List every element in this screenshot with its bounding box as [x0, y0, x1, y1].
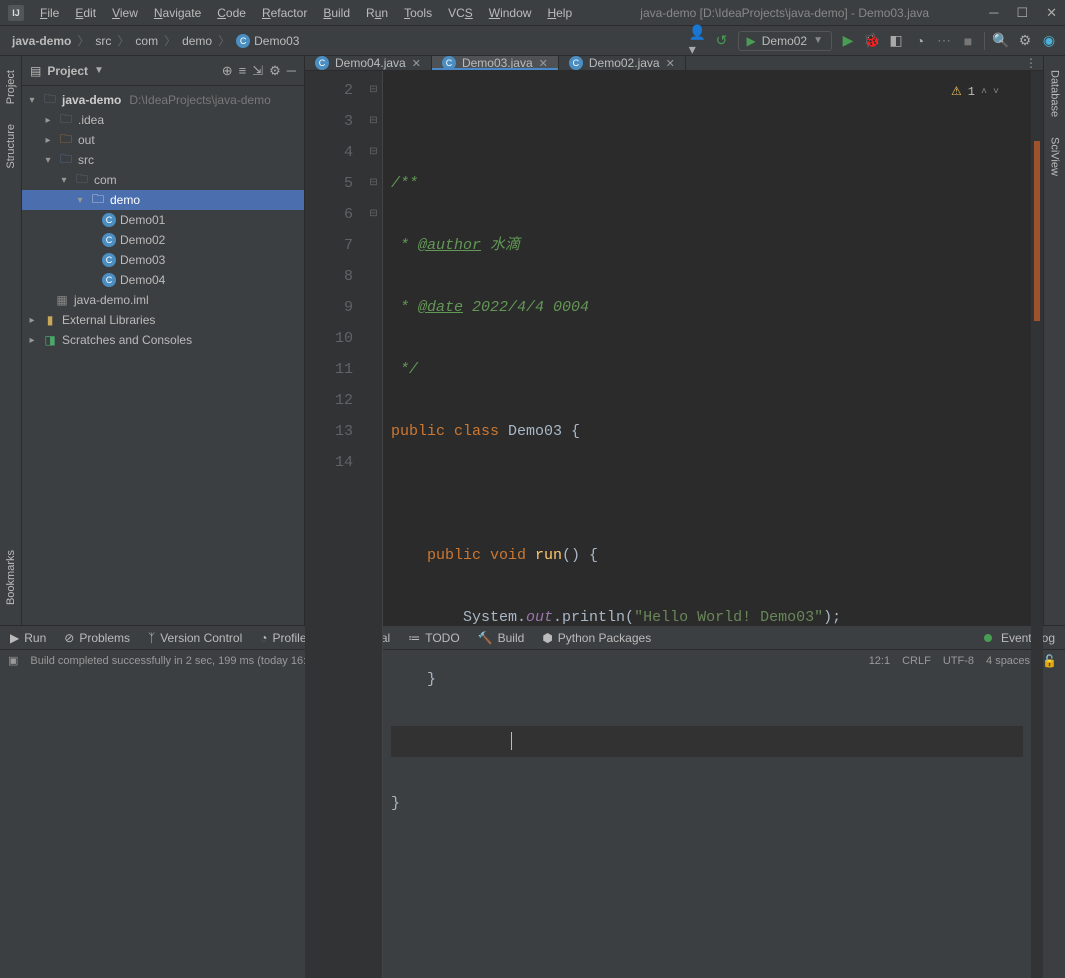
tree-demo03[interactable]: CDemo03: [22, 250, 304, 270]
crumb-com[interactable]: com: [131, 32, 162, 50]
menu-help[interactable]: Help: [539, 4, 580, 22]
user-icon[interactable]: 👤▾: [690, 33, 706, 49]
tool-run[interactable]: ▶Run: [10, 631, 46, 645]
close-icon[interactable]: ✕: [1046, 5, 1057, 21]
warning-icon: ⚠: [951, 77, 962, 108]
profile-icon[interactable]: ◔: [912, 33, 928, 49]
attach-icon[interactable]: ⋯: [936, 33, 952, 49]
project-panel-title[interactable]: Project: [47, 64, 88, 78]
sync-icon[interactable]: ↺: [714, 33, 730, 49]
select-opened-file-icon[interactable]: ⊕: [222, 63, 233, 79]
tab-demo04[interactable]: CDemo04.java✕: [305, 56, 432, 70]
tree-external-libraries[interactable]: ▸▮External Libraries: [22, 310, 304, 330]
settings-icon[interactable]: ⚙: [1017, 33, 1033, 49]
window-title: java-demo [D:\IdeaProjects\java-demo] - …: [580, 6, 989, 20]
breadcrumb: java-demo 〉 src 〉 com 〉 demo 〉 CDemo03: [8, 32, 303, 50]
side-tab-bookmarks[interactable]: Bookmarks: [3, 540, 19, 615]
tree-out[interactable]: ▸🗀out: [22, 130, 304, 150]
project-tree[interactable]: ▾🗀 java-demo D:\IdeaProjects\java-demo ▸…: [22, 86, 304, 625]
hide-panel-icon[interactable]: ─: [287, 63, 296, 78]
tree-demo04[interactable]: CDemo04: [22, 270, 304, 290]
project-tool-icon: ▤: [30, 64, 41, 78]
debug-icon[interactable]: 🐞: [864, 33, 880, 49]
tree-demo01[interactable]: CDemo01: [22, 210, 304, 230]
menu-navigate[interactable]: Navigate: [146, 4, 209, 22]
tree-iml[interactable]: ▦java-demo.iml: [22, 290, 304, 310]
menu-code[interactable]: Code: [209, 4, 254, 22]
menu-run[interactable]: Run: [358, 4, 396, 22]
side-tab-structure[interactable]: Structure: [3, 114, 19, 179]
code-editor[interactable]: /** * @author 水滴 * @date 2022/4/4 0004 *…: [383, 71, 1031, 978]
tree-demo[interactable]: ▾🗀demo: [22, 190, 304, 210]
tool-problems[interactable]: ⊘Problems: [64, 631, 130, 645]
tab-close-icon[interactable]: ✕: [539, 57, 548, 70]
line-number-gutter[interactable]: 2 3 4 5 6 7 8 9 10 11 12 13 14: [305, 71, 365, 978]
tree-scratches[interactable]: ▸◨Scratches and Consoles: [22, 330, 304, 350]
search-icon[interactable]: 🔍: [993, 33, 1009, 49]
minimize-icon[interactable]: ─: [989, 5, 998, 20]
menu-edit[interactable]: Edit: [67, 4, 104, 22]
tree-root[interactable]: ▾🗀 java-demo D:\IdeaProjects\java-demo: [22, 90, 304, 110]
menu-refactor[interactable]: Refactor: [254, 4, 315, 22]
tab-close-icon[interactable]: ✕: [666, 57, 675, 70]
status-message: Build completed successfully in 2 sec, 1…: [30, 655, 322, 667]
menu-file[interactable]: File: [32, 4, 67, 22]
gear-icon[interactable]: ⚙: [269, 63, 281, 79]
stop-icon[interactable]: ■: [960, 33, 976, 49]
text-cursor: [511, 732, 512, 750]
error-stripe[interactable]: [1031, 71, 1043, 978]
tab-close-icon[interactable]: ✕: [412, 57, 421, 70]
expand-all-icon[interactable]: ≡: [239, 63, 247, 78]
fold-gutter[interactable]: ⊟⊟⊟⊟⊟: [365, 71, 383, 978]
chevron-down-icon[interactable]: ▼: [94, 65, 104, 76]
run-config-selector[interactable]: ▶ Demo02 ▼: [738, 31, 833, 51]
app-icon[interactable]: IJ: [8, 5, 24, 21]
coverage-icon[interactable]: ◧: [888, 33, 904, 49]
menu-tools[interactable]: Tools: [396, 4, 440, 22]
maximize-icon[interactable]: ☐: [1016, 5, 1028, 21]
next-highlight-icon[interactable]: ˅: [993, 77, 999, 108]
menu-build[interactable]: Build: [315, 4, 358, 22]
learn-icon[interactable]: ◉: [1041, 33, 1057, 49]
prev-highlight-icon[interactable]: ˄: [981, 77, 987, 108]
tool-profiler[interactable]: ◔Profiler: [260, 631, 310, 645]
side-tab-project[interactable]: Project: [3, 60, 19, 114]
tab-menu-icon[interactable]: ⋮: [1019, 56, 1043, 70]
tree-demo02[interactable]: CDemo02: [22, 230, 304, 250]
inspection-widget[interactable]: ⚠ 1 ˄ ˅: [951, 77, 999, 108]
crumb-demo[interactable]: demo: [178, 32, 216, 50]
tree-idea[interactable]: ▸🗀.idea: [22, 110, 304, 130]
menu-vcs[interactable]: VCS: [440, 4, 481, 22]
tab-demo02[interactable]: CDemo02.java✕: [559, 56, 686, 70]
side-tab-database[interactable]: Database: [1047, 60, 1063, 127]
menu-window[interactable]: Window: [481, 4, 540, 22]
tree-com[interactable]: ▾🗀com: [22, 170, 304, 190]
crumb-src[interactable]: src: [91, 32, 115, 50]
tab-demo03[interactable]: CDemo03.java✕: [432, 56, 559, 70]
side-tab-sciview[interactable]: SciView: [1047, 127, 1063, 186]
run-icon[interactable]: ▶: [840, 33, 856, 49]
collapse-all-icon[interactable]: ⇲: [252, 63, 263, 79]
lock-icon[interactable]: 🔓: [1042, 654, 1057, 668]
tree-src[interactable]: ▾🗀src: [22, 150, 304, 170]
crumb-project[interactable]: java-demo: [8, 32, 75, 50]
menu-view[interactable]: View: [104, 4, 146, 22]
crumb-class[interactable]: CDemo03: [232, 32, 303, 50]
status-tool-icon[interactable]: ▣: [8, 654, 18, 667]
tool-version-control[interactable]: ᛉVersion Control: [148, 631, 242, 645]
